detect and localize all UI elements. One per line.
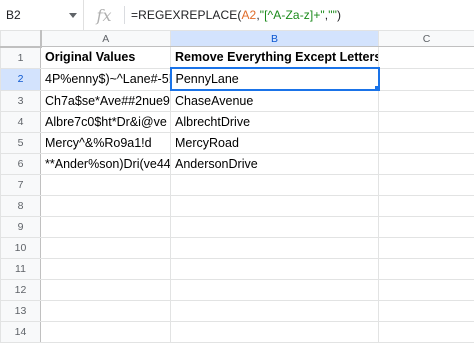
row-header[interactable]: 7 [1, 175, 41, 196]
name-box[interactable]: B2 [0, 0, 84, 30]
row-header[interactable]: 8 [1, 196, 41, 217]
row-header[interactable]: 4 [1, 112, 41, 133]
cell-c[interactable] [379, 301, 474, 322]
cell-a[interactable] [41, 217, 171, 238]
cell-b-value: PennyLane [176, 72, 239, 86]
table-row: 11 [1, 259, 474, 280]
table-row: 8 [1, 196, 474, 217]
cell-a[interactable]: **Ander%son)Dri(ve44 [41, 154, 171, 175]
cell-a[interactable] [41, 196, 171, 217]
cell-c[interactable] [379, 68, 474, 90]
row-header[interactable]: 12 [1, 280, 41, 301]
column-header-b[interactable]: B [171, 31, 379, 47]
column-header-c[interactable]: C [379, 31, 474, 47]
table-row: 7 [1, 175, 474, 196]
row-header[interactable]: 10 [1, 238, 41, 259]
cell-a[interactable] [41, 238, 171, 259]
formula-pattern: "[^A-Za-z]+" [260, 8, 325, 22]
table-row: 3Ch7a$se*Ave##2nue9ChaseAvenue [1, 90, 474, 112]
cell-a[interactable] [41, 259, 171, 280]
cell-c[interactable] [379, 217, 474, 238]
cell-b[interactable] [171, 280, 379, 301]
cell-c[interactable] [379, 322, 474, 343]
table-row: 1Original ValuesRemove Everything Except… [1, 47, 474, 69]
formula-replacement: "" [328, 8, 337, 22]
cell-b[interactable]: MercyRoad [171, 133, 379, 154]
row-header[interactable]: 11 [1, 259, 41, 280]
cell-c[interactable] [379, 175, 474, 196]
row-header[interactable]: 3 [1, 90, 41, 112]
selected-cell-b2[interactable]: PennyLane [171, 68, 379, 90]
cell-b[interactable]: AlbrechtDrive [171, 112, 379, 133]
cell-c[interactable] [379, 196, 474, 217]
row-header[interactable]: 6 [1, 154, 41, 175]
cell-c[interactable] [379, 133, 474, 154]
chevron-down-icon[interactable] [69, 13, 77, 18]
cell-a[interactable]: Albre7c0$ht*Dr&i@ve [41, 112, 171, 133]
cell-c[interactable] [379, 154, 474, 175]
formula-cell-ref: A2 [241, 8, 256, 22]
cell-c[interactable] [379, 47, 474, 69]
cell-c[interactable] [379, 238, 474, 259]
formula-prefix: =REGEXREPLACE( [131, 8, 241, 22]
cell-c[interactable] [379, 112, 474, 133]
cell-a[interactable] [41, 175, 171, 196]
row-header[interactable]: 5 [1, 133, 41, 154]
cell-b[interactable]: ChaseAvenue [171, 90, 379, 112]
cell-b[interactable] [171, 259, 379, 280]
table-row: 9 [1, 217, 474, 238]
cell-b[interactable] [171, 217, 379, 238]
cell-b[interactable] [171, 322, 379, 343]
table-row: 24P%enny$)~^Lane#-5! PennyLane [1, 68, 474, 90]
cell-a[interactable]: Original Values [41, 47, 171, 69]
column-header-a[interactable]: A [41, 31, 171, 47]
fill-handle[interactable] [374, 85, 379, 90]
formula-input[interactable]: =REGEXREPLACE(A2,"[^A-Za-z]+","") [125, 8, 341, 22]
formula-suffix: ) [337, 8, 341, 22]
cell-a[interactable]: 4P%enny$)~^Lane#-5! [41, 68, 171, 90]
cell-b[interactable] [171, 301, 379, 322]
row-header[interactable]: 13 [1, 301, 41, 322]
table-row: 5Mercy^&%Ro9a1!dMercyRoad [1, 133, 474, 154]
spreadsheet-grid: A B C 1Original ValuesRemove Everything … [0, 30, 474, 343]
cell-a[interactable]: Ch7a$se*Ave##2nue9 [41, 90, 171, 112]
cell-a[interactable] [41, 301, 171, 322]
cell-c[interactable] [379, 90, 474, 112]
table-row: 13 [1, 301, 474, 322]
table-row: 4Albre7c0$ht*Dr&i@veAlbrechtDrive [1, 112, 474, 133]
row-header[interactable]: 2 [1, 68, 41, 90]
cell-b[interactable]: Remove Everything Except Letters [171, 47, 379, 69]
cell-a[interactable]: Mercy^&%Ro9a1!d [41, 133, 171, 154]
cell-a[interactable] [41, 322, 171, 343]
cell-c[interactable] [379, 259, 474, 280]
select-all-corner[interactable] [1, 31, 41, 47]
row-header[interactable]: 1 [1, 47, 41, 69]
cell-b[interactable]: AndersonDrive [171, 154, 379, 175]
row-header[interactable]: 14 [1, 322, 41, 343]
cell-c[interactable] [379, 280, 474, 301]
row-header[interactable]: 9 [1, 217, 41, 238]
cell-b[interactable] [171, 196, 379, 217]
formula-bar: B2 fx =REGEXREPLACE(A2,"[^A-Za-z]+","") [0, 0, 474, 31]
cell-b[interactable] [171, 238, 379, 259]
table-row: 6**Ander%son)Dri(ve44AndersonDrive [1, 154, 474, 175]
table-row: 12 [1, 280, 474, 301]
fx-icon: fx [84, 6, 124, 25]
cell-b[interactable] [171, 175, 379, 196]
cell-a[interactable] [41, 280, 171, 301]
table-row: 10 [1, 238, 474, 259]
table-row: 14 [1, 322, 474, 343]
name-box-value: B2 [6, 8, 21, 22]
